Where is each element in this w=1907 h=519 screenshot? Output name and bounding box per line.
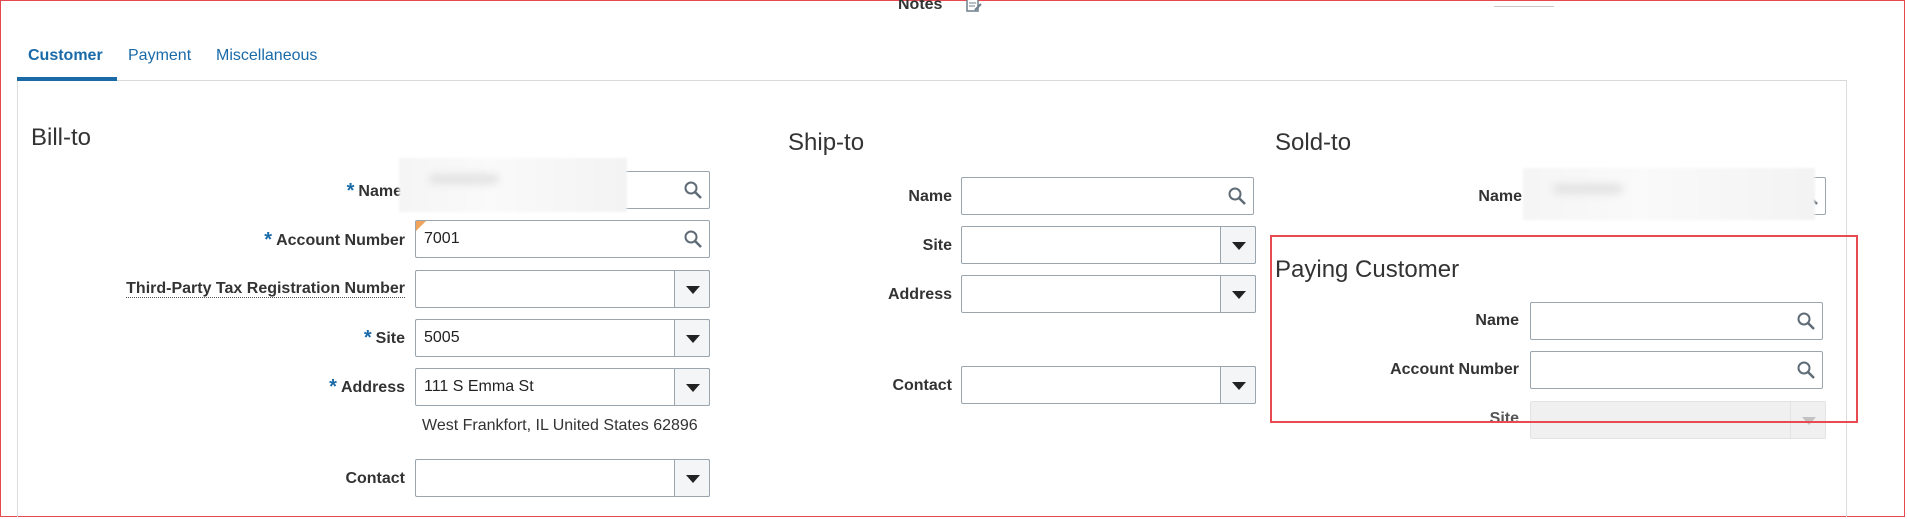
notes-label: Notes bbox=[898, 0, 943, 13]
dropdown-arrow-icon[interactable] bbox=[1220, 226, 1256, 264]
tax-registration-label: Third-Party Tax Registration Number bbox=[126, 280, 405, 298]
ship-to-contact-select[interactable] bbox=[961, 366, 1256, 404]
dropdown-arrow-icon[interactable] bbox=[674, 319, 710, 357]
sold-to-name-label: Name bbox=[1478, 188, 1522, 205]
tab-miscellaneous[interactable]: Miscellaneous bbox=[216, 47, 317, 65]
required-indicator: * bbox=[264, 229, 273, 251]
ship-to-name-input[interactable] bbox=[961, 177, 1254, 215]
dropdown-arrow-icon[interactable] bbox=[1220, 366, 1256, 404]
dropdown-arrow-icon[interactable] bbox=[674, 270, 710, 308]
sold-to-heading: Sold-to bbox=[1275, 129, 1352, 156]
bill-to-name-label: * Name bbox=[346, 180, 402, 202]
bill-to-account-number-input[interactable]: 7001 bbox=[415, 220, 710, 258]
redacted-name-value bbox=[399, 158, 627, 212]
site-value: 5005 bbox=[424, 329, 460, 346]
bill-to-address-select[interactable]: 111 S Emma St bbox=[415, 368, 710, 406]
highlight-box bbox=[1270, 235, 1858, 423]
tax-registration-select[interactable] bbox=[415, 270, 710, 308]
tab-customer[interactable]: Customer bbox=[28, 47, 103, 65]
redacted-sold-to-name bbox=[1523, 168, 1815, 220]
bill-to-contact-select[interactable] bbox=[415, 459, 710, 497]
bill-to-address-label: * Address bbox=[329, 376, 405, 398]
ship-to-site-label: Site bbox=[922, 237, 952, 254]
bill-to-site-label: * Site bbox=[363, 327, 405, 349]
ship-to-heading: Ship-to bbox=[788, 129, 865, 156]
bill-to-account-label: * Account Number bbox=[264, 229, 405, 251]
ship-to-address-select[interactable] bbox=[961, 275, 1256, 313]
tab-payment[interactable]: Payment bbox=[128, 47, 191, 65]
notes-edit-icon[interactable] bbox=[966, 0, 982, 12]
bill-to-heading: Bill-to bbox=[31, 124, 92, 151]
ship-to-contact-label: Contact bbox=[892, 377, 952, 394]
search-icon[interactable] bbox=[683, 180, 703, 200]
bill-to-address-line: West Frankfort, IL United States 62896 bbox=[422, 417, 698, 434]
dropdown-arrow-icon[interactable] bbox=[674, 459, 710, 497]
bill-to-site-select[interactable]: 5005 bbox=[415, 319, 710, 357]
dropdown-arrow-icon[interactable] bbox=[674, 368, 710, 406]
ship-to-site-select[interactable] bbox=[961, 226, 1256, 264]
ship-to-address-label: Address bbox=[887, 286, 952, 303]
required-indicator: * bbox=[346, 180, 355, 202]
search-icon[interactable] bbox=[1227, 186, 1247, 206]
bill-to-contact-label: Contact bbox=[345, 470, 405, 487]
required-indicator: * bbox=[363, 327, 372, 349]
top-field-fragment bbox=[1494, 2, 1554, 7]
account-number-value: 7001 bbox=[424, 230, 460, 247]
required-indicator: * bbox=[329, 376, 337, 398]
dropdown-arrow-icon[interactable] bbox=[1220, 275, 1256, 313]
ship-to-name-label: Name bbox=[908, 188, 952, 205]
address-value: 111 S Emma St bbox=[424, 378, 534, 395]
search-icon[interactable] bbox=[683, 229, 703, 249]
